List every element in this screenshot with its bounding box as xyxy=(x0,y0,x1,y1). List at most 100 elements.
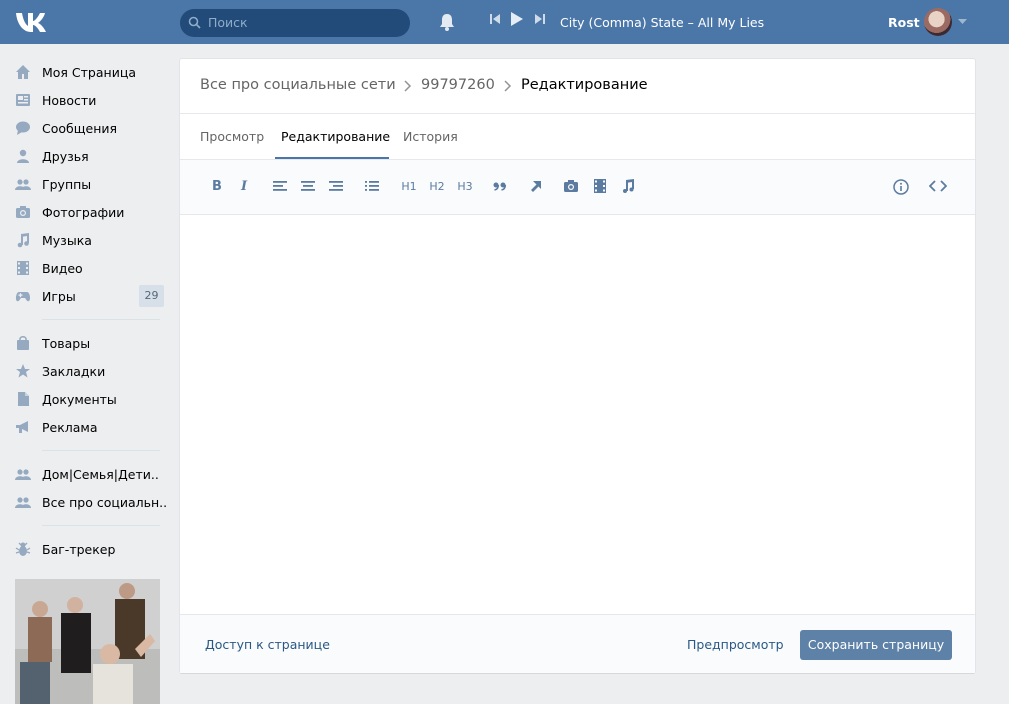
sidebar-item-bookmarks[interactable]: Закладки xyxy=(0,357,170,385)
band-promo-image[interactable] xyxy=(15,579,160,704)
align-right-button[interactable] xyxy=(328,179,346,195)
chevron-right-icon xyxy=(404,80,412,92)
align-left-button[interactable] xyxy=(272,179,290,195)
sidebar-item-goods[interactable]: Товары xyxy=(0,329,170,357)
quote-button[interactable] xyxy=(492,179,510,195)
document-icon xyxy=(18,392,29,406)
bold-button[interactable]: B xyxy=(208,179,226,195)
camera-icon xyxy=(564,180,578,192)
groups-icon xyxy=(15,469,31,480)
save-page-button[interactable]: Сохранить страницу xyxy=(800,630,952,660)
sidebar-item-games[interactable]: Игры 29 xyxy=(0,282,170,310)
left-sidebar: Моя Страница Новости Сообщения Друзья Гр… xyxy=(0,58,170,563)
breadcrumb-item-current: Редактирование xyxy=(521,77,648,93)
sidebar-item-label: Фотографии xyxy=(42,205,125,220)
gamepad-icon xyxy=(15,292,31,302)
vk-logo-icon[interactable] xyxy=(14,9,48,35)
sidebar-item-label: Новости xyxy=(42,93,97,108)
italic-button[interactable]: I xyxy=(235,179,253,195)
bug-icon xyxy=(15,542,31,556)
sidebar-item-group-social-networks[interactable]: Все про социальн.. xyxy=(0,488,170,516)
music-note-icon xyxy=(623,179,634,193)
megaphone-icon xyxy=(16,421,28,433)
align-center-button[interactable] xyxy=(300,179,318,195)
heading-1-button[interactable]: H1 xyxy=(399,179,419,195)
next-track-icon[interactable] xyxy=(534,13,546,25)
tab-bar: Просмотр Редактирование История xyxy=(180,114,975,160)
wiki-editor-card: Все про социальные сети 99797260 Редакти… xyxy=(180,59,975,673)
editor-content-area[interactable] xyxy=(180,215,975,614)
sidebar-item-news[interactable]: Новости xyxy=(0,86,170,114)
align-left-icon xyxy=(273,181,287,191)
insert-link-button[interactable] xyxy=(528,179,546,195)
align-right-icon xyxy=(329,181,343,191)
home-icon xyxy=(16,65,30,79)
sidebar-item-label: Все про социальн.. xyxy=(42,495,168,510)
search-input[interactable]: Поиск xyxy=(180,9,410,37)
page-access-link[interactable]: Доступ к странице xyxy=(205,637,330,652)
bell-icon[interactable] xyxy=(438,12,456,32)
insert-audio-button[interactable] xyxy=(620,179,638,195)
quote-icon xyxy=(493,182,507,191)
bulleted-list-button[interactable] xyxy=(364,179,382,195)
sidebar-item-music[interactable]: Музыка xyxy=(0,226,170,254)
breadcrumb-item-page-id[interactable]: 99797260 xyxy=(421,77,495,93)
tab-edit[interactable]: Редактирование xyxy=(281,129,390,144)
messages-icon xyxy=(16,121,30,135)
sidebar-item-ads[interactable]: Реклама xyxy=(0,413,170,441)
preview-button[interactable]: Предпросмотр xyxy=(687,637,784,652)
info-button[interactable] xyxy=(893,179,911,195)
sidebar-item-label: Товары xyxy=(42,336,91,351)
search-icon xyxy=(188,16,201,29)
sidebar-item-messages[interactable]: Сообщения xyxy=(0,114,170,142)
sidebar-item-group-home-family[interactable]: Дом|Семья|Дети.. xyxy=(0,460,170,488)
active-tab-indicator xyxy=(275,157,389,159)
sidebar-item-documents[interactable]: Документы xyxy=(0,385,170,413)
friend-icon xyxy=(17,149,29,163)
sidebar-divider xyxy=(42,525,160,526)
sidebar-item-label: Моя Страница xyxy=(42,65,136,80)
sidebar-item-groups[interactable]: Группы xyxy=(0,170,170,198)
film-icon xyxy=(594,179,606,193)
chevron-down-icon[interactable] xyxy=(958,19,967,25)
groups-icon xyxy=(15,497,31,508)
avatar[interactable] xyxy=(924,8,952,36)
sidebar-item-label: Игры xyxy=(42,289,76,304)
sidebar-item-label: Друзья xyxy=(42,149,89,164)
news-icon xyxy=(16,94,30,106)
now-playing-track[interactable]: City (Comma) State – All My Lies xyxy=(560,15,764,30)
sidebar-item-photos[interactable]: Фотографии xyxy=(0,198,170,226)
list-icon xyxy=(365,181,379,191)
sidebar-item-label: Группы xyxy=(42,177,92,192)
star-icon xyxy=(16,364,30,378)
camera-icon xyxy=(16,206,30,218)
sidebar-item-label: Баг-трекер xyxy=(42,542,116,557)
insert-video-button[interactable] xyxy=(592,179,610,195)
sidebar-item-my-page[interactable]: Моя Страница xyxy=(0,58,170,86)
insert-photo-button[interactable] xyxy=(563,179,581,195)
breadcrumb-item-group[interactable]: Все про социальные сети xyxy=(200,77,396,93)
tab-view[interactable]: Просмотр xyxy=(200,129,264,144)
editor-toolbar: B I H1 H2 H3 xyxy=(180,160,975,215)
play-icon[interactable] xyxy=(510,11,524,27)
sidebar-divider xyxy=(42,319,160,320)
heading-2-button[interactable]: H2 xyxy=(427,179,447,195)
editor-footer: Доступ к странице Предпросмотр Сохранить… xyxy=(180,614,975,673)
film-icon xyxy=(17,261,29,275)
band-photo-illustration xyxy=(15,579,160,704)
sidebar-item-label: Реклама xyxy=(42,420,98,435)
tab-history[interactable]: История xyxy=(403,129,458,144)
user-name[interactable]: Rost xyxy=(888,15,920,30)
heading-3-button[interactable]: H3 xyxy=(455,179,475,195)
align-center-icon xyxy=(301,181,315,191)
info-icon xyxy=(893,179,909,195)
source-code-button[interactable] xyxy=(929,179,947,195)
link-arrow-icon xyxy=(531,181,541,192)
sidebar-item-label: Документы xyxy=(42,392,117,407)
sidebar-item-bug-tracker[interactable]: Баг-трекер xyxy=(0,535,170,563)
sidebar-item-label: Закладки xyxy=(42,364,106,379)
sidebar-item-video[interactable]: Видео xyxy=(0,254,170,282)
sidebar-item-friends[interactable]: Друзья xyxy=(0,142,170,170)
previous-track-icon[interactable] xyxy=(489,13,501,25)
bag-icon xyxy=(17,336,29,350)
